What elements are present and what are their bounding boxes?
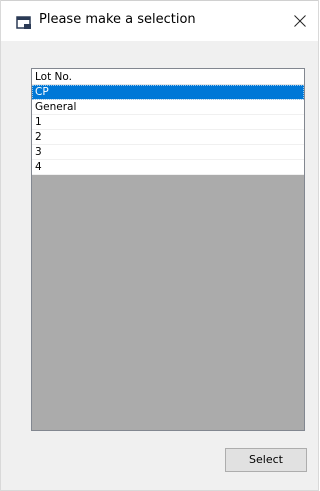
lot-list[interactable]: Lot No. CP General 1 2 3 4 xyxy=(31,68,305,431)
list-item[interactable]: 3 xyxy=(32,145,304,160)
title-bar: Please make a selection xyxy=(1,0,318,41)
list-item[interactable]: General xyxy=(32,100,304,115)
window-title: Please make a selection xyxy=(39,12,196,27)
list-item[interactable]: 2 xyxy=(32,130,304,145)
list-item[interactable]: 4 xyxy=(32,160,304,175)
close-button[interactable] xyxy=(286,7,314,35)
list-item[interactable]: CP xyxy=(32,85,304,100)
select-button[interactable]: Select xyxy=(225,448,307,472)
window-app-icon xyxy=(16,15,32,29)
dialog-window: Please make a selection Lot No. CP Gener… xyxy=(0,0,319,491)
dialog-body: Lot No. CP General 1 2 3 4 Select xyxy=(1,41,318,490)
list-item[interactable]: 1 xyxy=(32,115,304,130)
column-header-lot-no[interactable]: Lot No. xyxy=(32,69,304,85)
close-icon xyxy=(294,15,306,27)
